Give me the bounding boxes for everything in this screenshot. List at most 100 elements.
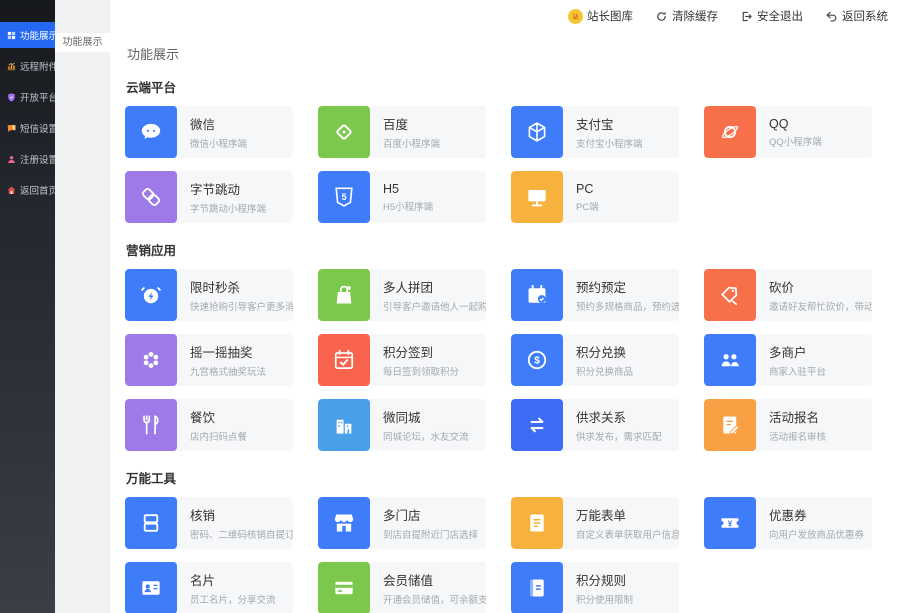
card-activity-signup[interactable]: 活动报名活动报名审核 — [704, 399, 872, 451]
card-subtitle: 邀请好友帮忙砍价，带动新客 — [769, 299, 872, 313]
sidebar-item-label: 功能展示 — [20, 28, 58, 42]
card-points-exchange[interactable]: 积分兑换积分兑换商品 — [511, 334, 679, 386]
card-title: 积分兑换 — [576, 342, 633, 361]
card-subtitle: H5小程序端 — [383, 199, 433, 213]
card-title: 支付宝 — [576, 114, 643, 133]
card-subtitle: 百度小程序端 — [383, 136, 440, 150]
card-h5[interactable]: H5 H5小程序端 — [318, 171, 486, 223]
swap-arrows-icon — [511, 399, 563, 451]
card-subtitle: 积分使用限制 — [576, 592, 633, 606]
card-title: 万能表单 — [576, 505, 679, 524]
card-multi-merchant[interactable]: 多商户商家入驻平台 — [704, 334, 872, 386]
card-baidu[interactable]: 百度百度小程序端 — [318, 106, 486, 158]
sidebar-item-label: 返回首页 — [20, 183, 58, 197]
card-subtitle: PC端 — [576, 199, 599, 213]
topbar-item-clear-cache[interactable]: 清除缓存 — [655, 8, 718, 24]
card-title: 砍价 — [769, 277, 872, 296]
card-subtitle: 商家入驻平台 — [769, 364, 826, 378]
card-title: 优惠券 — [769, 505, 864, 524]
card-bargain[interactable]: 砍价邀请好友帮忙砍价，带动新客 — [704, 269, 872, 321]
universal-tools-grid: 核销密码、二维码核销自提订单 多门店到店自提附近门店选择 万能表单自定义表单获取… — [125, 497, 873, 613]
page-title: 功能展示 — [127, 44, 900, 63]
h5-icon — [318, 171, 370, 223]
card-subtitle: QQ小程序端 — [769, 134, 822, 148]
shield-icon — [6, 92, 17, 103]
card-coupon[interactable]: 优惠券向用户发放商品优惠券 — [704, 497, 872, 549]
card-subtitle: 活动报名审核 — [769, 429, 826, 443]
pc-monitor-icon — [511, 171, 563, 223]
card-title: QQ — [769, 117, 822, 131]
card-subtitle: 店内扫码点餐 — [190, 429, 247, 443]
sidebar-item-label: 注册设置 — [20, 152, 58, 166]
refresh-icon — [655, 10, 668, 23]
sidebar-item-label: 远程附件 — [20, 59, 58, 73]
user-icon — [6, 154, 17, 165]
coupon-ticket-icon — [704, 497, 756, 549]
baidu-icon — [318, 106, 370, 158]
card-pc[interactable]: PC PC端 — [511, 171, 679, 223]
content: 云端平台 微信微信小程序端 百度百度小程序端 支付宝支付宝小程序端 QQ QQ小程… — [110, 77, 900, 613]
card-universal-form[interactable]: 万能表单自定义表单获取用户信息 — [511, 497, 679, 549]
card-subtitle: 预约多规格商品，预约选座 — [576, 299, 679, 313]
sidebar-item-feature-display[interactable]: 功能展示 — [0, 22, 55, 48]
sidebar-item-remote-attachment[interactable]: 远程附件 — [0, 53, 55, 79]
card-title: 活动报名 — [769, 407, 826, 426]
section-title-universal-tools: 万能工具 — [126, 468, 873, 487]
qq-planet-icon — [704, 106, 756, 158]
dashboard-grid-icon — [6, 30, 17, 41]
card-title: H5 — [383, 182, 433, 196]
card-qq[interactable]: QQ QQ小程序端 — [704, 106, 872, 158]
card-title: PC — [576, 182, 599, 196]
card-title: 积分签到 — [383, 342, 459, 361]
card-verification[interactable]: 核销密码、二维码核销自提订单 — [125, 497, 293, 549]
sidebar-item-register-settings[interactable]: 注册设置 — [0, 146, 55, 172]
card-title: 名片 — [190, 570, 276, 589]
logout-icon — [740, 10, 753, 23]
card-alipay[interactable]: 支付宝支付宝小程序端 — [511, 106, 679, 158]
card-title: 微信 — [190, 114, 247, 133]
card-group-buy[interactable]: 多人拼团引导客户邀请他人一起购买 — [318, 269, 486, 321]
card-title: 多商户 — [769, 342, 826, 361]
card-subtitle: 向用户发放商品优惠券 — [769, 527, 864, 541]
card-subtitle: 快速抢购引导客户更多消费 — [190, 299, 293, 313]
topbar-item-return-system[interactable]: 返回系统 — [825, 8, 888, 24]
card-title: 会员储值 — [383, 570, 486, 589]
card-reservation[interactable]: 预约预定预约多规格商品，预约选座 — [511, 269, 679, 321]
form-icon — [511, 497, 563, 549]
card-title: 积分规则 — [576, 570, 633, 589]
subnav-tab-feature-display[interactable]: 功能展示 — [55, 33, 110, 52]
card-supply-demand[interactable]: 供求关系供求发布，需求匹配 — [511, 399, 679, 451]
section-title-cloud-platform: 云端平台 — [126, 77, 873, 96]
card-title: 供求关系 — [576, 407, 662, 426]
card-subtitle: 积分兑换商品 — [576, 364, 633, 378]
alipay-icon — [511, 106, 563, 158]
sidebar-item-sms-settings[interactable]: 短信设置 — [0, 115, 55, 141]
avatar-logo: 站 — [568, 9, 583, 24]
coin-icon — [511, 334, 563, 386]
card-flash-sale[interactable]: 限时秒杀快速抢购引导客户更多消费 — [125, 269, 293, 321]
card-lottery[interactable]: 摇一摇抽奖九宫格式抽奖玩法 — [125, 334, 293, 386]
card-business-card[interactable]: 名片员工名片，分享交流 — [125, 562, 293, 613]
card-points-rule[interactable]: 积分规则积分使用限制 — [511, 562, 679, 613]
topbar-item-safe-logout[interactable]: 安全退出 — [740, 8, 803, 24]
price-tag-icon — [704, 269, 756, 321]
sidebar-item-back-home[interactable]: 返回首页 — [0, 177, 55, 203]
app-window: 功能展示 远程附件 开放平台 短信设置 注册设置 返回首页 功能展示 站 — [0, 0, 900, 613]
card-points-checkin[interactable]: 积分签到每日签到领取积分 — [318, 334, 486, 386]
card-subtitle: 微信小程序端 — [190, 136, 247, 150]
stored-value-card-icon — [318, 562, 370, 613]
card-member-stored-value[interactable]: 会员储值开通会员储值，可余额支付 — [318, 562, 486, 613]
topbar-item-image-library[interactable]: 站 站长图库 — [568, 8, 633, 24]
card-subtitle: 字节跳动小程序端 — [190, 201, 266, 215]
card-multi-store[interactable]: 多门店到店自提附近门店选择 — [318, 497, 486, 549]
card-micro-city[interactable]: 微同城同城论坛，水友交流 — [318, 399, 486, 451]
chart-icon — [6, 61, 17, 72]
merchants-people-icon — [704, 334, 756, 386]
message-icon — [6, 123, 17, 134]
card-title: 限时秒杀 — [190, 277, 293, 296]
card-subtitle: 自定义表单获取用户信息 — [576, 527, 679, 541]
card-wechat[interactable]: 微信微信小程序端 — [125, 106, 293, 158]
sidebar-item-open-platform[interactable]: 开放平台 — [0, 84, 55, 110]
card-dining[interactable]: 餐饮店内扫码点餐 — [125, 399, 293, 451]
card-bytedance[interactable]: 字节跳动字节跳动小程序端 — [125, 171, 293, 223]
